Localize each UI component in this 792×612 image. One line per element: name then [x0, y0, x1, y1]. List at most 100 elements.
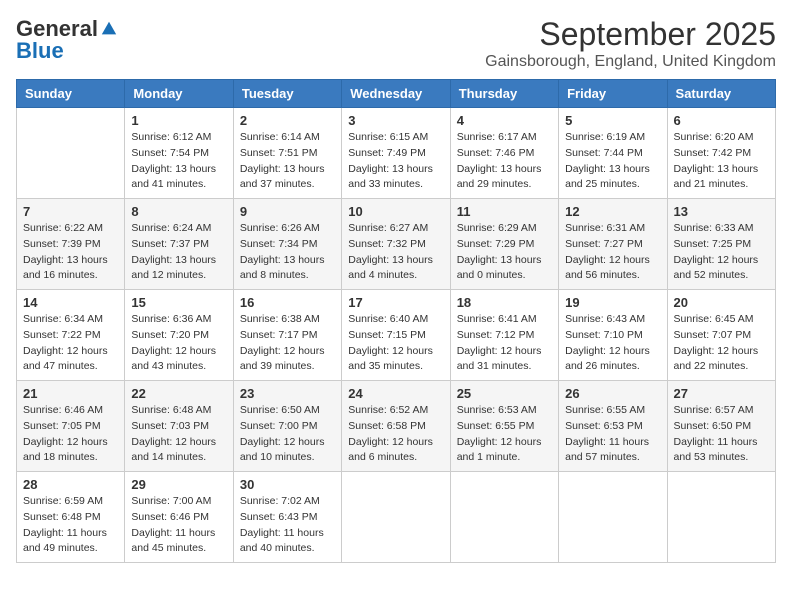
day-number: 7 [23, 204, 118, 219]
calendar-cell: 18 Sunrise: 6:41 AMSunset: 7:12 PMDayligh… [450, 290, 558, 381]
day-info: Sunrise: 6:48 AMSunset: 7:03 PMDaylight:… [131, 403, 226, 466]
calendar-cell: 23 Sunrise: 6:50 AMSunset: 7:00 PMDayligh… [233, 381, 341, 472]
calendar-cell: 24 Sunrise: 6:52 AMSunset: 6:58 PMDayligh… [342, 381, 450, 472]
week-row-5: 28 Sunrise: 6:59 AMSunset: 6:48 PMDayligh… [17, 472, 776, 563]
day-info: Sunrise: 6:20 AMSunset: 7:42 PMDaylight:… [674, 130, 769, 193]
day-number: 30 [240, 477, 335, 492]
day-info: Sunrise: 6:50 AMSunset: 7:00 PMDaylight:… [240, 403, 335, 466]
day-info: Sunrise: 6:26 AMSunset: 7:34 PMDaylight:… [240, 221, 335, 284]
calendar-cell: 12Sunrise: 6:31 AMSunset: 7:27 PMDayligh… [559, 199, 667, 290]
calendar-cell: 22 Sunrise: 6:48 AMSunset: 7:03 PMDayligh… [125, 381, 233, 472]
day-info: Sunrise: 6:41 AMSunset: 7:12 PMDaylight:… [457, 312, 552, 375]
day-number: 9 [240, 204, 335, 219]
day-number: 14 [23, 295, 118, 310]
day-info: Sunrise: 6:24 AMSunset: 7:37 PMDaylight:… [131, 221, 226, 284]
calendar-cell: 30Sunrise: 7:02 AMSunset: 6:43 PMDayligh… [233, 472, 341, 563]
day-info: Sunrise: 6:40 AMSunset: 7:15 PMDaylight:… [348, 312, 443, 375]
calendar-cell [559, 472, 667, 563]
day-number: 23 [240, 386, 335, 401]
day-number: 19 [565, 295, 660, 310]
location: Gainsborough, England, United Kingdom [485, 53, 776, 71]
day-info: Sunrise: 6:43 AMSunset: 7:10 PMDaylight:… [565, 312, 660, 375]
page-header: General Blue September 2025 Gainsborough… [16, 16, 776, 71]
calendar-cell: 14 Sunrise: 6:34 AMSunset: 7:22 PMDayligh… [17, 290, 125, 381]
day-info: Sunrise: 6:17 AMSunset: 7:46 PMDaylight:… [457, 130, 552, 193]
day-info: Sunrise: 6:34 AMSunset: 7:22 PMDaylight:… [23, 312, 118, 375]
calendar-cell: 13Sunrise: 6:33 AMSunset: 7:25 PMDayligh… [667, 199, 775, 290]
day-number: 17 [348, 295, 443, 310]
calendar-cell: 15 Sunrise: 6:36 AMSunset: 7:20 PMDayligh… [125, 290, 233, 381]
day-info: Sunrise: 6:52 AMSunset: 6:58 PMDaylight:… [348, 403, 443, 466]
week-row-4: 21Sunrise: 6:46 AMSunset: 7:05 PMDayligh… [17, 381, 776, 472]
calendar-cell: 26 Sunrise: 6:55 AMSunset: 6:53 PMDayligh… [559, 381, 667, 472]
header-saturday: Saturday [667, 80, 775, 108]
calendar-header: SundayMondayTuesdayWednesdayThursdayFrid… [17, 80, 776, 108]
day-info: Sunrise: 6:46 AMSunset: 7:05 PMDaylight:… [23, 403, 118, 466]
day-number: 24 [348, 386, 443, 401]
day-number: 4 [457, 113, 552, 128]
header-sunday: Sunday [17, 80, 125, 108]
day-number: 20 [674, 295, 769, 310]
calendar-cell: 29 Sunrise: 7:00 AMSunset: 6:46 PMDayligh… [125, 472, 233, 563]
calendar-body: 1Sunrise: 6:12 AMSunset: 7:54 PMDaylight… [17, 108, 776, 563]
day-info: Sunrise: 6:12 AMSunset: 7:54 PMDaylight:… [131, 130, 226, 193]
day-info: Sunrise: 6:55 AMSunset: 6:53 PMDaylight:… [565, 403, 660, 466]
day-number: 6 [674, 113, 769, 128]
calendar-cell: 2 Sunrise: 6:14 AMSunset: 7:51 PMDaylight… [233, 108, 341, 199]
day-info: Sunrise: 6:19 AMSunset: 7:44 PMDaylight:… [565, 130, 660, 193]
day-info: Sunrise: 6:27 AMSunset: 7:32 PMDaylight:… [348, 221, 443, 284]
day-info: Sunrise: 6:53 AMSunset: 6:55 PMDaylight:… [457, 403, 552, 466]
day-number: 8 [131, 204, 226, 219]
calendar-cell [667, 472, 775, 563]
calendar-cell: 8 Sunrise: 6:24 AMSunset: 7:37 PMDaylight… [125, 199, 233, 290]
calendar-cell: 4 Sunrise: 6:17 AMSunset: 7:46 PMDaylight… [450, 108, 558, 199]
logo: General Blue [16, 16, 118, 64]
day-number: 15 [131, 295, 226, 310]
calendar-cell: 21Sunrise: 6:46 AMSunset: 7:05 PMDayligh… [17, 381, 125, 472]
calendar-cell: 11Sunrise: 6:29 AMSunset: 7:29 PMDayligh… [450, 199, 558, 290]
calendar-cell: 17 Sunrise: 6:40 AMSunset: 7:15 PMDayligh… [342, 290, 450, 381]
day-info: Sunrise: 6:22 AMSunset: 7:39 PMDaylight:… [23, 221, 118, 284]
calendar-cell: 3 Sunrise: 6:15 AMSunset: 7:49 PMDaylight… [342, 108, 450, 199]
calendar-cell: 6 Sunrise: 6:20 AMSunset: 7:42 PMDaylight… [667, 108, 775, 199]
day-info: Sunrise: 7:00 AMSunset: 6:46 PMDaylight:… [131, 494, 226, 557]
calendar-cell: 20 Sunrise: 6:45 AMSunset: 7:07 PMDayligh… [667, 290, 775, 381]
day-number: 29 [131, 477, 226, 492]
title-area: September 2025 Gainsborough, England, Un… [485, 16, 776, 71]
day-info: Sunrise: 6:14 AMSunset: 7:51 PMDaylight:… [240, 130, 335, 193]
calendar-cell: 1Sunrise: 6:12 AMSunset: 7:54 PMDaylight… [125, 108, 233, 199]
day-number: 25 [457, 386, 552, 401]
day-info: Sunrise: 6:38 AMSunset: 7:17 PMDaylight:… [240, 312, 335, 375]
calendar-cell [342, 472, 450, 563]
day-info: Sunrise: 6:57 AMSunset: 6:50 PMDaylight:… [674, 403, 769, 466]
day-number: 5 [565, 113, 660, 128]
day-info: Sunrise: 6:36 AMSunset: 7:20 PMDaylight:… [131, 312, 226, 375]
day-number: 11 [457, 204, 552, 219]
calendar-cell [450, 472, 558, 563]
day-number: 2 [240, 113, 335, 128]
calendar: SundayMondayTuesdayWednesdayThursdayFrid… [16, 79, 776, 563]
calendar-cell: 5 Sunrise: 6:19 AMSunset: 7:44 PMDaylight… [559, 108, 667, 199]
day-number: 3 [348, 113, 443, 128]
calendar-cell: 7 Sunrise: 6:22 AMSunset: 7:39 PMDaylight… [17, 199, 125, 290]
day-info: Sunrise: 6:45 AMSunset: 7:07 PMDaylight:… [674, 312, 769, 375]
calendar-cell: 10Sunrise: 6:27 AMSunset: 7:32 PMDayligh… [342, 199, 450, 290]
day-number: 22 [131, 386, 226, 401]
day-number: 13 [674, 204, 769, 219]
day-number: 28 [23, 477, 118, 492]
day-info: Sunrise: 6:15 AMSunset: 7:49 PMDaylight:… [348, 130, 443, 193]
header-tuesday: Tuesday [233, 80, 341, 108]
day-number: 26 [565, 386, 660, 401]
logo-icon [100, 20, 118, 38]
month-title: September 2025 [485, 16, 776, 53]
calendar-cell: 19 Sunrise: 6:43 AMSunset: 7:10 PMDayligh… [559, 290, 667, 381]
week-row-3: 14 Sunrise: 6:34 AMSunset: 7:22 PMDayligh… [17, 290, 776, 381]
day-number: 18 [457, 295, 552, 310]
day-number: 16 [240, 295, 335, 310]
week-row-2: 7 Sunrise: 6:22 AMSunset: 7:39 PMDaylight… [17, 199, 776, 290]
header-wednesday: Wednesday [342, 80, 450, 108]
header-thursday: Thursday [450, 80, 558, 108]
day-info: Sunrise: 6:59 AMSunset: 6:48 PMDaylight:… [23, 494, 118, 557]
header-row: SundayMondayTuesdayWednesdayThursdayFrid… [17, 80, 776, 108]
calendar-cell [17, 108, 125, 199]
